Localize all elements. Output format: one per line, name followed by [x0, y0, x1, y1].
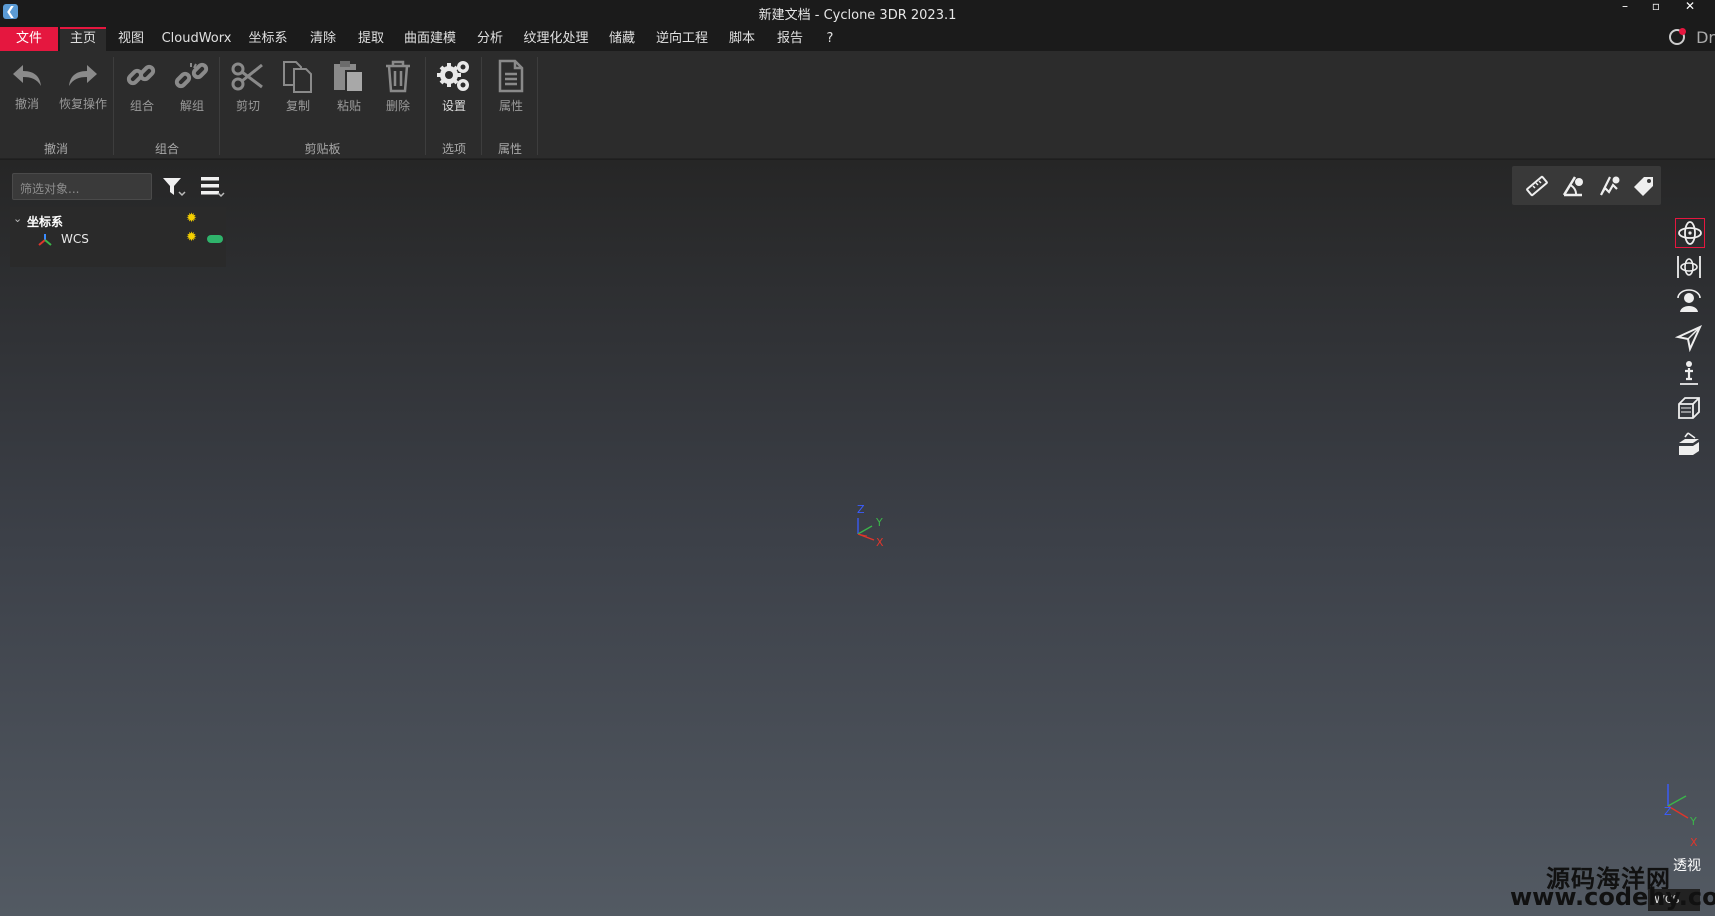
group-options-label: 选项 — [441, 142, 466, 156]
undo-icon — [13, 65, 41, 86]
group-group-label: 组合 — [154, 142, 179, 156]
cut-label: 剪切 — [235, 99, 260, 113]
redo-button[interactable]: 恢复操作 — [57, 55, 109, 125]
settings-button[interactable]: 设置 — [430, 55, 478, 125]
origin-axis-y-label: Y — [876, 516, 883, 529]
tab-surface-modeling[interactable]: 曲面建模 — [399, 27, 461, 51]
tree-row-wcs[interactable]: WCS ✹ — [10, 230, 226, 248]
group-label: 组合 — [129, 99, 154, 113]
ribbon: 撤消 恢复操作 撤消 组合 解组 组合 剪切 复制 粘贴 删除 剪贴板 设置 选… — [0, 51, 1715, 159]
redo-label: 恢复操作 — [58, 97, 107, 111]
gears-icon — [437, 61, 469, 91]
account-label[interactable]: Dr — [1696, 28, 1715, 48]
ungroup-button[interactable]: 解组 — [168, 55, 216, 125]
section-box-icon[interactable] — [1675, 430, 1705, 460]
tree-child-label: WCS — [61, 232, 89, 246]
copy-label: 复制 — [285, 99, 310, 113]
tab-extract[interactable]: 提取 — [351, 27, 391, 51]
window-title: 新建文档 - Cyclone 3DR 2023.1 — [758, 8, 957, 23]
chevron-down-icon[interactable]: ⌄ — [13, 212, 22, 225]
constrained-orbit-icon[interactable] — [1675, 253, 1705, 283]
copy-button[interactable]: 复制 — [274, 55, 322, 125]
measure-toolbar — [1512, 166, 1661, 205]
tree-row-coordinate-systems[interactable]: ⌄ 坐标系 ✹ — [10, 211, 226, 229]
cut-button[interactable]: 剪切 — [224, 55, 272, 125]
document-icon — [498, 59, 524, 93]
corner-axis-z-label: Z — [1664, 805, 1672, 818]
tag-icon[interactable] — [1632, 174, 1656, 198]
list-options-icon[interactable] — [199, 175, 225, 202]
origin-axis-x-label: X — [876, 536, 884, 549]
tab-report[interactable]: 报告 — [770, 27, 810, 51]
tab-analysis[interactable]: 分析 — [470, 27, 510, 51]
copy-icon — [283, 61, 312, 93]
group-undo-label: 撤消 — [43, 142, 68, 156]
view-cube-icon[interactable] — [1675, 394, 1705, 424]
walk-navigation-icon[interactable] — [1675, 359, 1705, 389]
broken-link-icon — [174, 62, 209, 89]
paste-button[interactable]: 粘贴 — [325, 55, 373, 125]
properties-label: 属性 — [498, 99, 523, 113]
projection-toggle[interactable]: 透视 — [1673, 855, 1701, 875]
tab-cloudworx[interactable]: CloudWorx — [160, 27, 233, 51]
link-icon — [126, 64, 156, 86]
visibility-toggle[interactable] — [207, 235, 223, 243]
trash-icon — [386, 60, 410, 93]
ruler-icon[interactable] — [1525, 174, 1549, 198]
undo-label: 撤消 — [14, 97, 39, 111]
fly-navigation-icon[interactable] — [1674, 324, 1705, 354]
settings-label: 设置 — [441, 99, 466, 113]
account-icon[interactable] — [1669, 28, 1686, 45]
origin-axis-z-label: Z — [857, 503, 865, 516]
tab-help[interactable]: ? — [818, 27, 842, 51]
group-button[interactable]: 组合 — [118, 55, 166, 125]
filter-icon[interactable] — [161, 175, 187, 202]
examine-user-icon[interactable] — [1675, 288, 1705, 318]
title-bar: ❮ 新建文档 - Cyclone 3DR 2023.1 – ▫ ✕ — [0, 0, 1715, 25]
menu-bar: 文件 主页 视图 CloudWorx 坐标系 清除 提取 曲面建模 分析 纹理化… — [0, 25, 1715, 51]
corner-axis-x-label: X — [1690, 836, 1698, 849]
tab-view[interactable]: 视图 — [111, 27, 151, 51]
group-properties-label: 属性 — [497, 142, 522, 156]
watermark-url: www.codehy.com — [1510, 883, 1715, 911]
tab-clean[interactable]: 清除 — [303, 27, 343, 51]
tab-file[interactable]: 文件 — [0, 27, 58, 51]
tab-script[interactable]: 脚本 — [722, 27, 762, 51]
properties-button[interactable]: 属性 — [486, 55, 536, 125]
scissors-icon — [231, 62, 263, 91]
profile-measure-icon[interactable] — [1598, 174, 1622, 198]
paste-label: 粘贴 — [336, 99, 361, 113]
ungroup-label: 解组 — [179, 99, 204, 113]
tab-texture[interactable]: 纹理化处理 — [518, 27, 594, 51]
orientation-axes-icon — [1667, 784, 1689, 819]
filter-objects-input[interactable]: 筛选对象... — [12, 173, 152, 200]
delete-button[interactable]: 删除 — [374, 55, 422, 125]
maximize-button[interactable]: ▫ — [1641, 0, 1671, 14]
tab-home[interactable]: 主页 — [60, 27, 106, 51]
tree-root-label: 坐标系 — [27, 215, 64, 229]
axes-icon — [38, 234, 52, 246]
redo-icon — [69, 65, 97, 86]
visibility-light-icon[interactable]: ✹ — [186, 230, 197, 245]
ribbon-divider — [537, 57, 538, 155]
tab-storage[interactable]: 储藏 — [602, 27, 642, 51]
tab-reverse-engineering[interactable]: 逆向工程 — [650, 27, 714, 51]
close-button[interactable]: ✕ — [1675, 0, 1705, 14]
corner-axis-y-label: Y — [1690, 815, 1697, 828]
orbit-icon[interactable] — [1675, 218, 1705, 248]
visibility-light-icon[interactable]: ✹ — [186, 211, 197, 226]
delete-label: 删除 — [385, 99, 410, 113]
3d-viewport[interactable]: 筛选对象... ⌄ 坐标系 ✹ WCS ✹ Z Y X Z Y X 透视 源码海… — [0, 160, 1715, 916]
undo-button[interactable]: 撤消 — [3, 55, 51, 125]
tab-coordinate-system[interactable]: 坐标系 — [242, 27, 294, 51]
minimize-button[interactable]: – — [1610, 0, 1640, 14]
object-tree: ⌄ 坐标系 ✹ WCS ✹ — [10, 207, 226, 267]
paste-icon — [334, 61, 364, 93]
group-clipboard-label: 剪贴板 — [304, 142, 341, 156]
angle-measure-icon[interactable] — [1561, 174, 1585, 198]
